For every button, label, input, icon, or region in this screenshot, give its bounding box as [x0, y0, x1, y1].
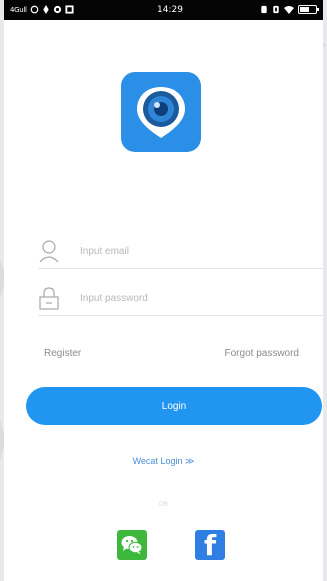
register-link[interactable]: Register	[44, 348, 81, 359]
password-input[interactable]	[80, 289, 310, 307]
status-left-group: 4Gull	[10, 5, 74, 14]
alarm-clock-icon	[261, 5, 267, 14]
alarm-icon	[30, 5, 39, 14]
password-row	[38, 283, 323, 316]
user-icon	[39, 240, 59, 263]
wechat-icon	[121, 536, 143, 555]
sync-icon	[53, 5, 61, 14]
battery-icon	[298, 5, 319, 14]
or-divider-label: OR	[159, 502, 168, 508]
app-logo	[121, 72, 201, 152]
status-right-group	[260, 5, 319, 14]
carrier-signal: 4Gull	[10, 5, 27, 14]
location-icon	[43, 5, 49, 14]
email-input[interactable]	[80, 242, 310, 260]
status-bar: 4Gull 14:29	[4, 0, 323, 20]
image-icon	[65, 5, 74, 14]
status-time: 14:29	[157, 5, 183, 15]
wifi-icon	[284, 6, 294, 14]
phone-screen: 4Gull 14:29 Input email Register Forgot …	[4, 0, 323, 581]
wechat-login-link[interactable]: Wecat Login ≫	[4, 456, 323, 467]
vibrate-icon	[273, 5, 279, 14]
wechat-login-button[interactable]	[117, 530, 147, 560]
facebook-login-button[interactable]: f	[195, 530, 225, 560]
lock-icon	[39, 287, 59, 310]
email-row	[38, 236, 323, 269]
forgot-password-link[interactable]: Forgot password	[225, 348, 299, 359]
facebook-icon: f	[204, 530, 217, 561]
login-button[interactable]: Login	[26, 387, 322, 425]
